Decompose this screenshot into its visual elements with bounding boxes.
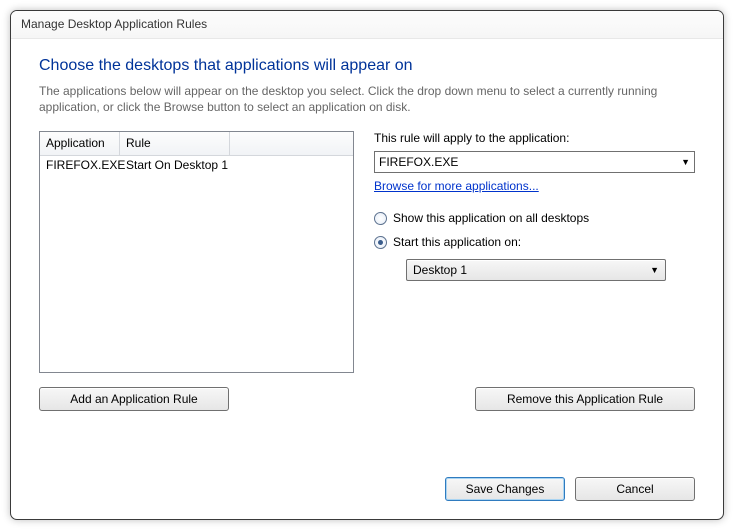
chevron-down-icon: ▼ <box>650 265 659 275</box>
save-button[interactable]: Save Changes <box>445 477 565 501</box>
col-header-application[interactable]: Application <box>40 132 120 155</box>
apply-label: This rule will apply to the application: <box>374 131 695 145</box>
titlebar: Manage Desktop Application Rules <box>11 11 723 39</box>
radio-all-desktops-row[interactable]: Show this application on all desktops <box>374 211 695 225</box>
radio-start-on[interactable] <box>374 236 387 249</box>
radio-all-desktops[interactable] <box>374 212 387 225</box>
cancel-button[interactable]: Cancel <box>575 477 695 501</box>
cell-application: FIREFOX.EXE <box>40 156 120 176</box>
remove-rule-button[interactable]: Remove this Application Rule <box>475 387 695 411</box>
application-dropdown[interactable]: FIREFOX.EXE ▼ <box>374 151 695 173</box>
page-heading: Choose the desktops that applications wi… <box>39 57 695 75</box>
col-header-rule[interactable]: Rule <box>120 132 230 155</box>
content-area: Choose the desktops that applications wi… <box>11 39 723 421</box>
radio-all-label: Show this application on all desktops <box>393 211 589 225</box>
application-dropdown-value: FIREFOX.EXE <box>379 155 458 169</box>
chevron-down-icon: ▼ <box>681 157 690 167</box>
window-title: Manage Desktop Application Rules <box>21 17 207 31</box>
page-subtext: The applications below will appear on th… <box>39 83 695 115</box>
desktop-dropdown[interactable]: Desktop 1 ▼ <box>406 259 666 281</box>
table-header: Application Rule <box>40 132 353 156</box>
desktop-dropdown-value: Desktop 1 <box>413 263 467 277</box>
rules-table: Application Rule FIREFOX.EXE Start On De… <box>39 131 354 373</box>
cell-rule: Start On Desktop 1 <box>120 156 353 176</box>
dialog-window: Manage Desktop Application Rules Choose … <box>10 10 724 520</box>
col-header-empty <box>230 132 353 155</box>
radio-start-label: Start this application on: <box>393 235 521 249</box>
table-row[interactable]: FIREFOX.EXE Start On Desktop 1 <box>40 156 353 176</box>
radio-start-on-row[interactable]: Start this application on: <box>374 235 695 249</box>
browse-link[interactable]: Browse for more applications... <box>374 179 539 193</box>
add-rule-button[interactable]: Add an Application Rule <box>39 387 229 411</box>
